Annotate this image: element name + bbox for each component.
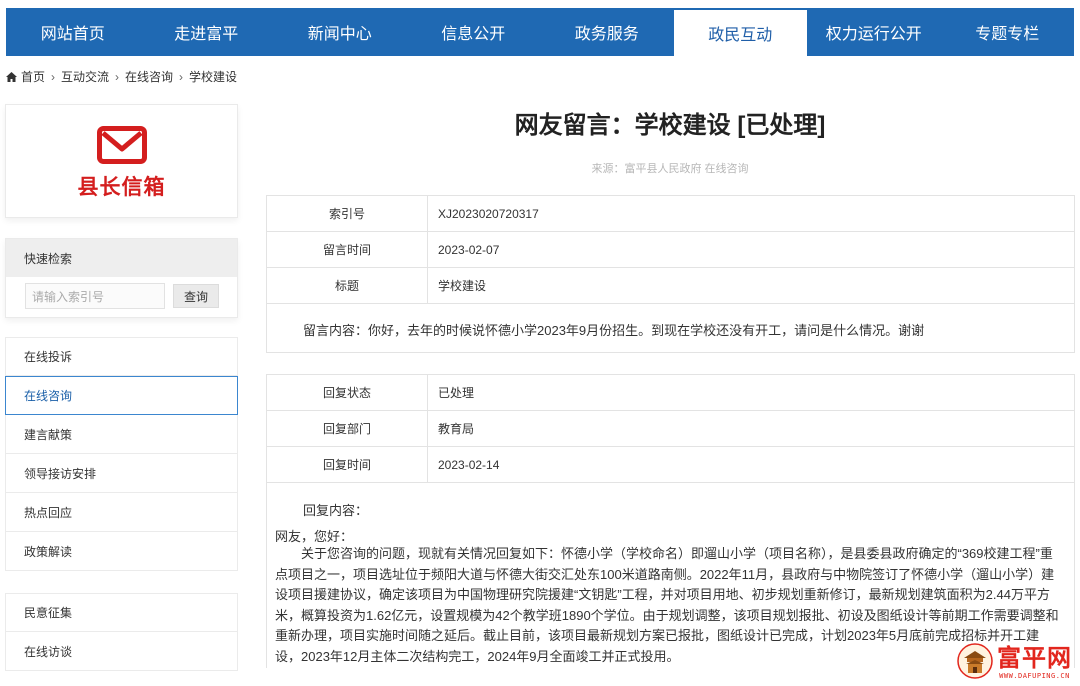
message-info-table: 索引号 XJ2023020720317 留言时间 2023-02-07 标题 学… — [266, 195, 1075, 304]
chevron-right-icon: › — [179, 69, 184, 84]
table-row: 标题 学校建设 — [266, 267, 1075, 304]
reply-content-label: 回复内容： — [303, 503, 369, 518]
table-row: 索引号 XJ2023020720317 — [266, 195, 1075, 232]
reply-greeting: 网友，您好： — [275, 529, 354, 544]
breadcrumb-interaction[interactable]: 互动交流 — [61, 68, 109, 85]
watermark-site-name: 富平网 — [997, 644, 1072, 672]
source-line: 来源：富平县人民政府 在线咨询 — [591, 163, 749, 175]
quick-search-title: 快速检索 — [6, 239, 237, 277]
reply-status-label: 回复状态 — [266, 374, 428, 411]
sidebar-menu-secondary: 民意征集 在线访谈 — [5, 593, 238, 671]
sidebar-menu: 在线投诉 在线咨询 建言献策 领导接访安排 热点回应 政策解读 — [5, 337, 238, 572]
reply-content-box: 回复内容： 网友，您好： 关于您咨询的问题，现就有关情况回复如下：怀德小学（学校… — [266, 482, 1075, 668]
table-row: 留言时间 2023-02-07 — [266, 231, 1075, 268]
nav-item-gov-services[interactable]: 政务服务 — [540, 8, 674, 56]
nav-item-news[interactable]: 新闻中心 — [273, 8, 407, 56]
chevron-right-icon: › — [115, 69, 120, 84]
nav-item-info-disclosure[interactable]: 信息公开 — [407, 8, 541, 56]
sidebar-item-suggestions[interactable]: 建言献策 — [5, 415, 238, 454]
sidebar-item-policy-interpretation[interactable]: 政策解读 — [5, 532, 238, 571]
query-button[interactable]: 查询 — [173, 284, 219, 308]
sidebar-item-online-interview[interactable]: 在线访谈 — [5, 632, 238, 671]
reply-time-value: 2023-02-14 — [427, 446, 1075, 483]
message-title-value: 学校建设 — [427, 267, 1075, 304]
nav-item-about-fuping[interactable]: 走进富平 — [140, 8, 274, 56]
sidebar-item-consult[interactable]: 在线咨询 — [5, 376, 238, 415]
reply-department-label: 回复部门 — [266, 410, 428, 447]
message-content: 留言内容：你好，去年的时候说怀德小学2023年9月份招生。到现在学校还没有开工，… — [266, 303, 1075, 353]
sidebar-item-opinion-collection[interactable]: 民意征集 — [5, 593, 238, 632]
index-number-label: 索引号 — [266, 195, 428, 232]
nav-item-home[interactable]: 网站首页 — [6, 8, 140, 56]
index-number-value: XJ2023020720317 — [427, 195, 1075, 232]
quick-search-panel: 快速检索 请输入索引号 查询 — [5, 238, 238, 318]
breadcrumb-home[interactable]: 首页 — [21, 68, 45, 85]
page-title: 网友留言：学校建设 [已处理] — [514, 112, 826, 139]
nav-item-power-operation[interactable]: 权力运行公开 — [807, 8, 941, 56]
reply-body-text: 关于您咨询的问题，现就有关情况回复如下：怀德小学（学校命名）即遛山小学（项目名称… — [275, 546, 1059, 664]
table-row: 回复时间 2023-02-14 — [266, 446, 1075, 483]
message-time-label: 留言时间 — [266, 231, 428, 268]
message-title-label: 标题 — [266, 267, 428, 304]
county-mailbox-banner[interactable]: 县长信箱 — [5, 104, 238, 218]
breadcrumb-current: 学校建设 — [189, 70, 238, 84]
reply-info-table: 回复状态 已处理 回复部门 教育局 回复时间 2023-02-14 — [266, 374, 1075, 483]
reply-status-value: 已处理 — [427, 374, 1075, 411]
home-icon — [6, 71, 17, 82]
gate-tower-icon — [957, 643, 993, 682]
breadcrumb: 首页 › 互动交流 › 在线咨询 › 学校建设 — [6, 68, 237, 85]
sidebar-item-hot-response[interactable]: 热点回应 — [5, 493, 238, 532]
breadcrumb-consult[interactable]: 在线咨询 — [125, 68, 173, 85]
table-row: 回复部门 教育局 — [266, 410, 1075, 447]
mailbox-title: 县长信箱 — [77, 175, 166, 199]
index-search-input[interactable]: 请输入索引号 — [25, 283, 165, 309]
main-nav: 网站首页 走进富平 新闻中心 信息公开 政务服务 政民互动 权力运行公开 专题专… — [6, 8, 1074, 56]
sidebar-item-complaint[interactable]: 在线投诉 — [5, 337, 238, 376]
watermark-site-url: WWW.DAFUPING.CN — [999, 671, 1070, 680]
mail-envelope-icon — [96, 125, 147, 167]
chevron-right-icon: › — [51, 69, 56, 84]
nav-item-special-topics[interactable]: 专题专栏 — [941, 8, 1075, 56]
sidebar-item-leader-reception[interactable]: 领导接访安排 — [5, 454, 238, 493]
site-watermark-logo: 富平网 WWW.DAFUPING.CN — [957, 643, 1072, 682]
reply-time-label: 回复时间 — [266, 446, 428, 483]
table-row: 回复状态 已处理 — [266, 374, 1075, 411]
message-time-value: 2023-02-07 — [427, 231, 1075, 268]
nav-item-interaction[interactable]: 政民互动 — [673, 8, 807, 56]
reply-department-value: 教育局 — [427, 410, 1075, 447]
